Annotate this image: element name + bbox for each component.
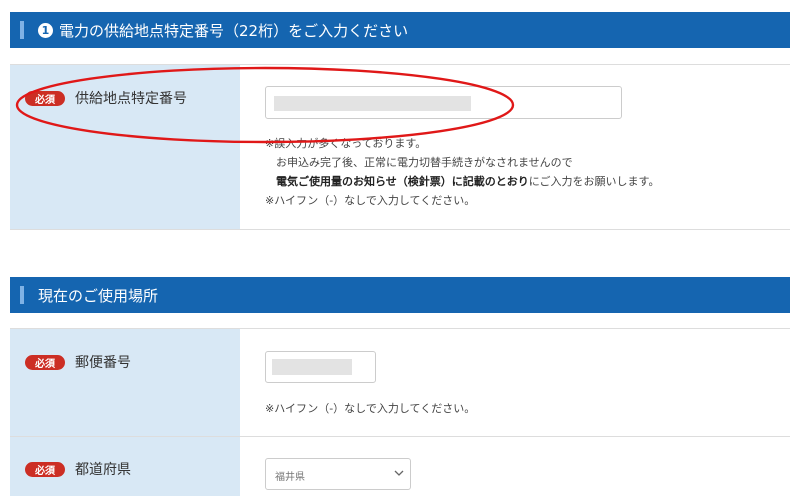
chevron-down-icon (394, 470, 404, 476)
field-label-cell: 必須 郵便番号 (10, 329, 240, 436)
field-label: 都道府県 (75, 462, 131, 478)
note-no-hyphen: ※ハイフン（-）なしで入力してください。 (265, 194, 476, 207)
header-bar-icon (20, 21, 24, 39)
header-bar-icon (20, 286, 24, 304)
field-label-cell: 必須 供給地点特定番号 (10, 65, 240, 229)
prefecture-row: 必須 都道府県 福井県 (10, 436, 790, 496)
redacted-value (274, 96, 471, 111)
prefecture-selected-value: 福井県 (275, 472, 305, 483)
required-badge: 必須 (25, 91, 65, 106)
field-label: 郵便番号 (75, 355, 131, 371)
redacted-value (272, 359, 352, 375)
section-header-location: 現在のご使用場所 (10, 277, 790, 313)
field-label-cell: 必須 都道府県 (10, 437, 240, 496)
section-title: 電力の供給地点特定番号（22桁）をご入力ください (59, 21, 409, 40)
supply-point-row: 必須 供給地点特定番号 ※誤入力が多くなっております。 お申込み完了後、正常に電… (10, 64, 790, 230)
required-badge: 必須 (25, 462, 65, 477)
note-instruction-rest: にご入力をお願いします。 (528, 175, 660, 188)
circled-number-icon: 1 (38, 22, 53, 38)
section-title: 現在のご使用場所 (38, 286, 159, 305)
field-label: 供給地点特定番号 (75, 91, 187, 107)
postal-code-row: 必須 郵便番号 ※ハイフン（-）なしで入力してください。 (10, 328, 790, 437)
required-badge: 必須 (25, 355, 65, 370)
prefecture-select[interactable]: 福井県 (265, 458, 411, 490)
note-consequence: お申込み完了後、正常に電力切替手続きがなされませんので (276, 156, 573, 169)
note-instruction-emphasis: 電気ご使用量のお知らせ（検針票）に記載のとおり (276, 175, 529, 188)
section-header-supply-point: 1 電力の供給地点特定番号（22桁）をご入力ください (10, 12, 790, 48)
note-no-hyphen: ※ハイフン（-）なしで入力してください。 (265, 402, 476, 415)
note-misentry: ※誤入力が多くなっております。 (265, 137, 427, 150)
note-instruction: 電気ご使用量のお知らせ（検針票）に記載のとおりにご入力をお願いします。 (276, 173, 659, 189)
